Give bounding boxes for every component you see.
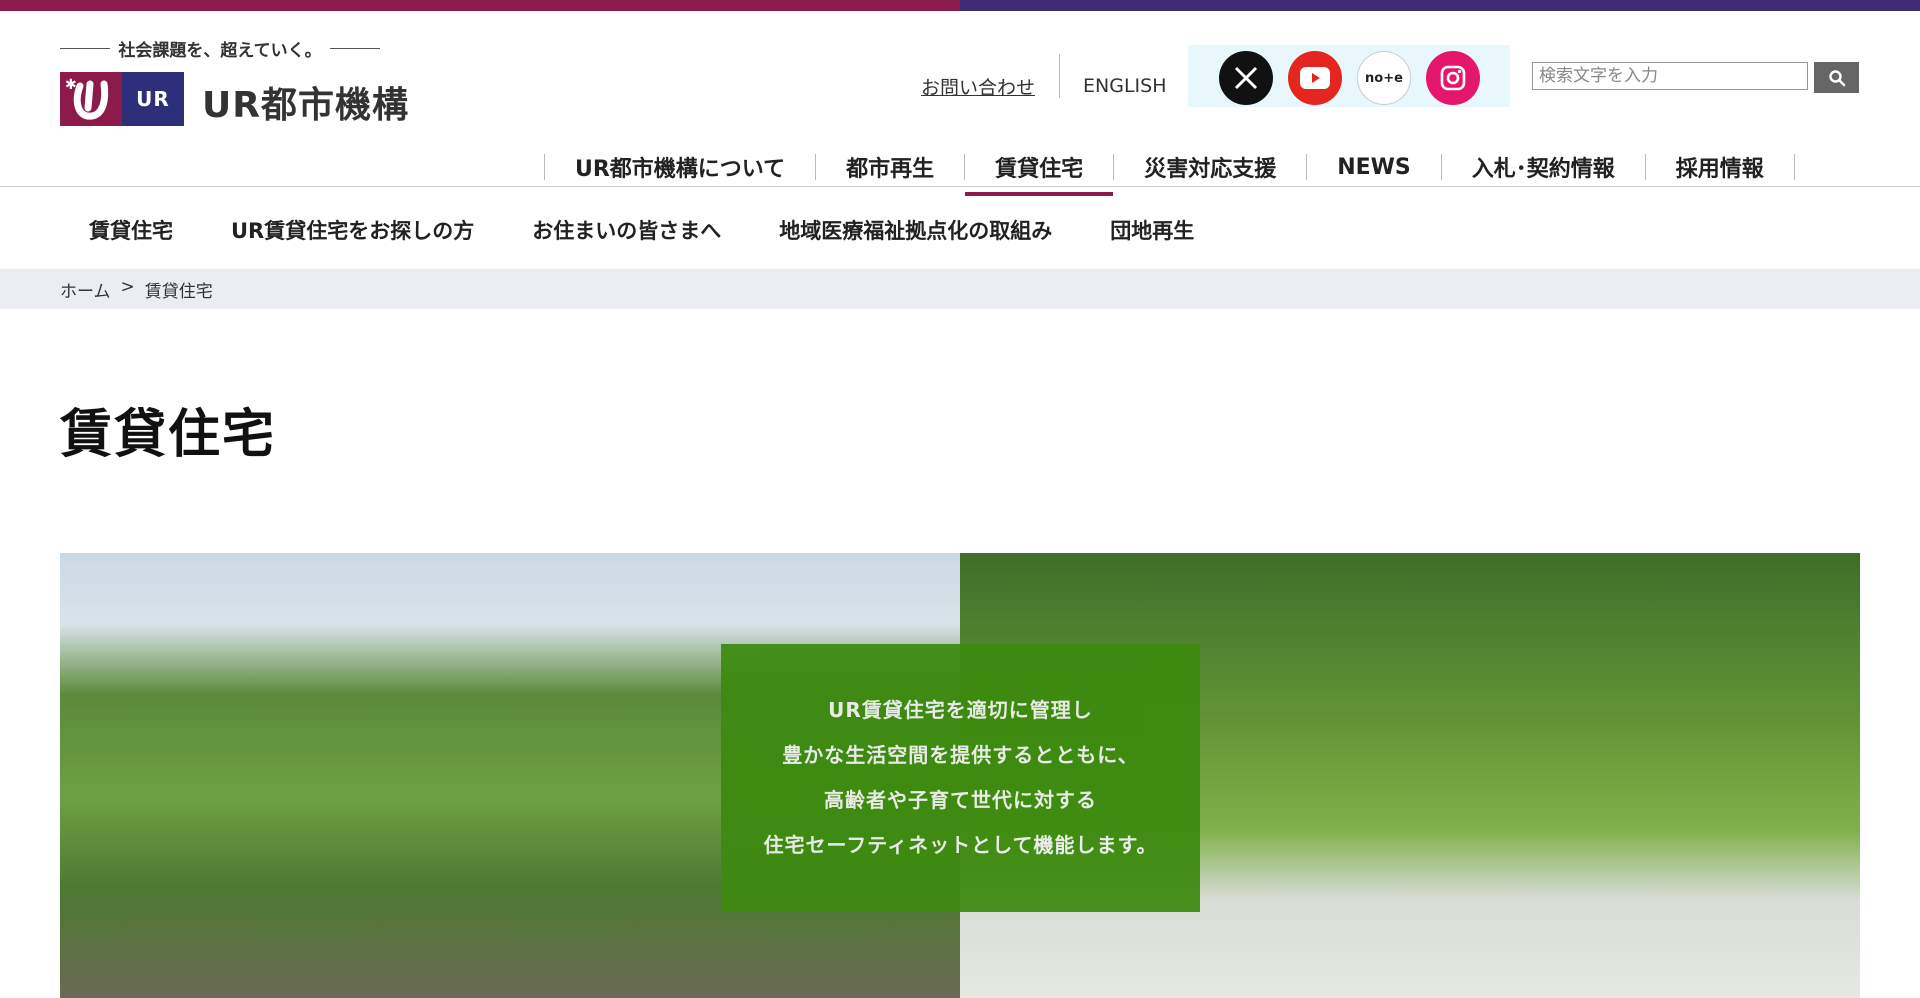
- hero-caption-line: 豊かな生活空間を提供するとともに、: [782, 743, 1139, 767]
- page-title: 賃貸住宅: [60, 405, 277, 465]
- gnav-bidding[interactable]: 入札･契約情報: [1440, 154, 1645, 182]
- note-icon[interactable]: no+e: [1357, 51, 1411, 105]
- gnav-rental-housing[interactable]: 賃貸住宅: [964, 154, 1114, 196]
- brand-tagline: 社会課題を、超えていく。: [60, 37, 380, 61]
- breadcrumb-home[interactable]: ホーム: [60, 277, 111, 302]
- contact-link[interactable]: お問い合わせ: [921, 66, 1035, 106]
- sub-nav: 賃貸住宅 UR賃貸住宅をお探しの方 お住まいの皆さまへ 地域医療福祉拠点化の取組…: [60, 210, 1223, 250]
- instagram-icon[interactable]: [1426, 51, 1480, 105]
- gnav-urban-renewal[interactable]: 都市再生: [815, 154, 964, 182]
- english-link[interactable]: ENGLISH: [1083, 66, 1166, 106]
- subnav-residents[interactable]: お住まいの皆さまへ: [503, 215, 750, 245]
- top-color-bar: [0, 0, 1920, 11]
- youtube-icon[interactable]: [1288, 51, 1342, 105]
- ur-logo-mark-icon: ✱: [60, 72, 122, 126]
- breadcrumb-current: 賃貸住宅: [144, 281, 213, 302]
- subnav-rental-housing[interactable]: 賃貸住宅: [60, 215, 202, 245]
- search-button[interactable]: [1814, 62, 1859, 93]
- sns-links: no+e: [1188, 45, 1510, 107]
- ur-logo-text: UR: [122, 72, 184, 126]
- gnav-recruit[interactable]: 採用情報: [1644, 154, 1795, 182]
- search-icon: [1828, 69, 1845, 86]
- subnav-community-care[interactable]: 地域医療福祉拠点化の取組み: [750, 215, 1081, 245]
- search-input[interactable]: [1532, 62, 1808, 90]
- gnav-news[interactable]: NEWS: [1306, 154, 1441, 180]
- hero-caption-line: 高齢者や子育て世代に対する: [824, 788, 1097, 812]
- hero-caption-line: 住宅セーフティネットとして機能します。: [763, 833, 1158, 857]
- hero-caption-line: UR賃貸住宅を適切に管理し: [828, 698, 1093, 722]
- header-divider: [0, 186, 1920, 187]
- hero-caption: UR賃貸住宅を適切に管理し 豊かな生活空間を提供するとともに、 高齢者や子育て世…: [721, 644, 1200, 912]
- brand-name[interactable]: UR都市機構: [202, 76, 409, 128]
- site-header: 社会課題を、超えていく。 ✱ UR UR都市機構 お問い合わせ ENGLISH …: [0, 11, 1920, 196]
- subnav-danchi-renewal[interactable]: 団地再生: [1081, 215, 1223, 245]
- hero-image: UR賃貸住宅を適切に管理し 豊かな生活空間を提供するとともに、 高齢者や子育て世…: [60, 553, 1860, 998]
- breadcrumb: ホーム > 賃貸住宅: [0, 269, 1920, 309]
- breadcrumb-separator: >: [120, 276, 135, 297]
- util-divider: [1059, 54, 1060, 98]
- gnav-about[interactable]: UR都市機構について: [544, 154, 815, 182]
- global-nav: UR都市機構について 都市再生 賃貸住宅 災害対応支援 NEWS 入札･契約情報…: [544, 145, 1795, 196]
- subnav-searching[interactable]: UR賃貸住宅をお探しの方: [202, 215, 503, 245]
- x-icon[interactable]: [1219, 51, 1273, 105]
- gnav-disaster-support[interactable]: 災害対応支援: [1113, 154, 1306, 182]
- ur-logo[interactable]: ✱ UR: [60, 72, 184, 126]
